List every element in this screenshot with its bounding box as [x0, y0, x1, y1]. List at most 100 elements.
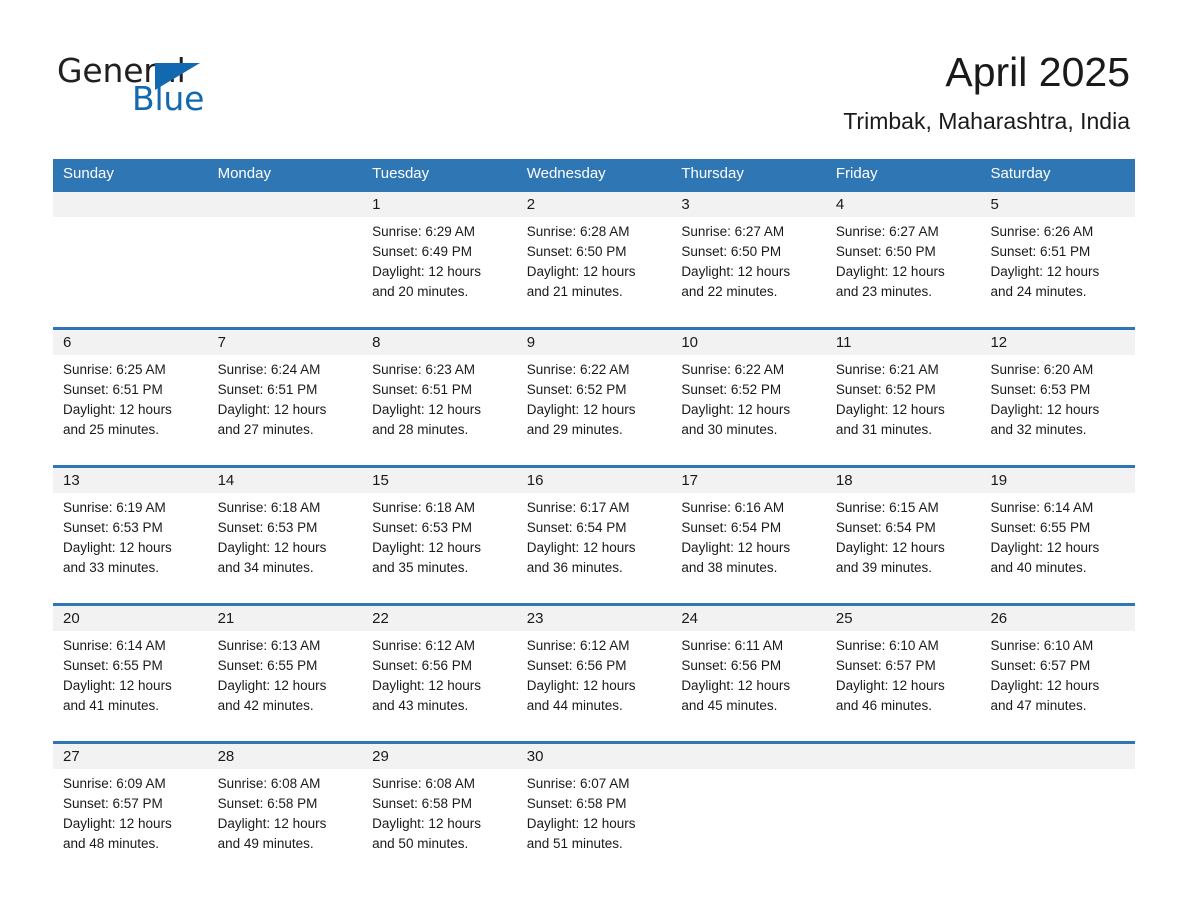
daylight-text-line1: Daylight: 12 hours — [217, 402, 327, 417]
day-info: Sunrise: 6:27 AM Sunset: 6:50 PM Dayligh… — [836, 222, 971, 302]
weekday-header-row: Sunday Monday Tuesday Wednesday Thursday… — [53, 159, 1135, 189]
daylight-text-line2: and 29 minutes. — [526, 422, 623, 437]
day-cell[interactable]: 23 Sunrise: 6:12 AM Sunset: 6:56 PM Dayl… — [517, 606, 672, 741]
day-cell[interactable]: 15 Sunrise: 6:18 AM Sunset: 6:53 PM Dayl… — [362, 468, 517, 603]
day-info: Sunrise: 6:23 AM Sunset: 6:51 PM Dayligh… — [372, 360, 507, 440]
general-blue-logo[interactable]: General Blue — [57, 52, 257, 118]
day-info: Sunrise: 6:16 AM Sunset: 6:54 PM Dayligh… — [681, 498, 816, 578]
day-cell[interactable]: 2 Sunrise: 6:28 AM Sunset: 6:50 PM Dayli… — [517, 192, 672, 327]
day-cell[interactable]: 10 Sunrise: 6:22 AM Sunset: 6:52 PM Dayl… — [671, 330, 826, 465]
sunset-text: Sunset: 6:50 PM — [681, 244, 782, 259]
day-cell[interactable]: 28 Sunrise: 6:08 AM Sunset: 6:58 PM Dayl… — [208, 744, 363, 864]
day-number: 18 — [835, 472, 853, 489]
daylight-text-line1: Daylight: 12 hours — [835, 678, 945, 693]
daylight-text-line2: and 42 minutes. — [217, 698, 314, 713]
day-cell[interactable]: 20 Sunrise: 6:14 AM Sunset: 6:55 PM Dayl… — [53, 606, 208, 741]
day-info: Sunrise: 6:14 AM Sunset: 6:55 PM Dayligh… — [63, 636, 198, 716]
day-info: Sunrise: 6:08 AM Sunset: 6:58 PM Dayligh… — [372, 774, 507, 854]
day-number: 14 — [217, 472, 235, 489]
sunrise-text: Sunrise: 6:12 AM — [372, 638, 475, 653]
sunset-text: Sunset: 6:50 PM — [835, 244, 936, 259]
day-cell[interactable]: 30 Sunrise: 6:07 AM Sunset: 6:58 PM Dayl… — [517, 744, 672, 864]
sunrise-text: Sunrise: 6:17 AM — [526, 500, 630, 515]
day-number: 1 — [372, 196, 381, 213]
day-number: 6 — [63, 334, 72, 351]
sunset-text: Sunset: 6:58 PM — [526, 796, 627, 811]
day-number: 11 — [835, 334, 852, 351]
daylight-text-line1: Daylight: 12 hours — [990, 264, 1100, 279]
sunset-text: Sunset: 6:51 PM — [63, 382, 163, 397]
day-number: 8 — [372, 334, 381, 351]
day-cell[interactable]: 22 Sunrise: 6:12 AM Sunset: 6:56 PM Dayl… — [362, 606, 517, 741]
day-cell[interactable]: 19 Sunrise: 6:14 AM Sunset: 6:55 PM Dayl… — [980, 468, 1135, 603]
daylight-text-line1: Daylight: 12 hours — [835, 264, 945, 279]
daylight-text-line2: and 38 minutes. — [681, 560, 778, 575]
day-cell[interactable]: 4 Sunrise: 6:27 AM Sunset: 6:50 PM Dayli… — [826, 192, 981, 327]
daylight-text-line2: and 32 minutes. — [990, 422, 1087, 437]
day-number: 23 — [526, 610, 544, 627]
sunset-text: Sunset: 6:54 PM — [526, 520, 627, 535]
day-cell[interactable]: 18 Sunrise: 6:15 AM Sunset: 6:54 PM Dayl… — [826, 468, 981, 603]
daylight-text-line2: and 47 minutes. — [990, 698, 1087, 713]
day-cell[interactable]: 17 Sunrise: 6:16 AM Sunset: 6:54 PM Dayl… — [671, 468, 826, 603]
week-row: 1 Sunrise: 6:29 AM Sunset: 6:49 PM Dayli… — [53, 189, 1135, 327]
day-cell[interactable]: 12 Sunrise: 6:20 AM Sunset: 6:53 PM Dayl… — [980, 330, 1135, 465]
day-cell[interactable] — [208, 192, 363, 327]
day-cell[interactable] — [826, 744, 981, 864]
daylight-text-line1: Daylight: 12 hours — [217, 540, 327, 555]
day-info: Sunrise: 6:18 AM Sunset: 6:53 PM Dayligh… — [372, 498, 507, 578]
day-cell[interactable]: 16 Sunrise: 6:17 AM Sunset: 6:54 PM Dayl… — [517, 468, 672, 603]
day-cell[interactable]: 24 Sunrise: 6:11 AM Sunset: 6:56 PM Dayl… — [671, 606, 826, 741]
day-cell[interactable]: 26 Sunrise: 6:10 AM Sunset: 6:57 PM Dayl… — [980, 606, 1135, 741]
sunrise-text: Sunrise: 6:27 AM — [681, 224, 785, 239]
day-cell[interactable]: 8 Sunrise: 6:23 AM Sunset: 6:51 PM Dayli… — [362, 330, 517, 465]
daylight-text-line1: Daylight: 12 hours — [681, 678, 791, 693]
day-number: 3 — [681, 196, 690, 213]
day-cell[interactable] — [671, 744, 826, 864]
day-number: 2 — [526, 196, 536, 213]
daylight-text-line2: and 41 minutes. — [63, 698, 160, 713]
day-number: 4 — [835, 196, 845, 213]
day-cell[interactable]: 1 Sunrise: 6:29 AM Sunset: 6:49 PM Dayli… — [362, 192, 517, 327]
daylight-text-line2: and 31 minutes. — [835, 422, 932, 437]
day-info: Sunrise: 6:15 AM Sunset: 6:54 PM Dayligh… — [836, 498, 971, 578]
sunrise-text: Sunrise: 6:12 AM — [526, 638, 630, 653]
sunrise-text: Sunrise: 6:19 AM — [63, 500, 166, 515]
day-cell[interactable]: 7 Sunrise: 6:24 AM Sunset: 6:51 PM Dayli… — [208, 330, 363, 465]
day-cell[interactable]: 9 Sunrise: 6:22 AM Sunset: 6:52 PM Dayli… — [517, 330, 672, 465]
sunset-text: Sunset: 6:51 PM — [990, 244, 1091, 259]
day-cell[interactable]: 5 Sunrise: 6:26 AM Sunset: 6:51 PM Dayli… — [980, 192, 1135, 327]
day-cell[interactable]: 11 Sunrise: 6:21 AM Sunset: 6:52 PM Dayl… — [826, 330, 981, 465]
day-cell[interactable]: 6 Sunrise: 6:25 AM Sunset: 6:51 PM Dayli… — [53, 330, 208, 465]
sunset-text: Sunset: 6:55 PM — [990, 520, 1091, 535]
day-cell[interactable]: 25 Sunrise: 6:10 AM Sunset: 6:57 PM Dayl… — [826, 606, 981, 741]
daylight-text-line2: and 22 minutes. — [681, 284, 778, 299]
sunset-text: Sunset: 6:58 PM — [217, 796, 318, 811]
day-cell[interactable] — [53, 192, 208, 327]
daylight-text-line1: Daylight: 12 hours — [990, 540, 1100, 555]
day-cell[interactable]: 13 Sunrise: 6:19 AM Sunset: 6:53 PM Dayl… — [53, 468, 208, 603]
sunrise-text: Sunrise: 6:18 AM — [217, 500, 321, 515]
sunrise-text: Sunrise: 6:10 AM — [835, 638, 939, 653]
day-cell[interactable]: 3 Sunrise: 6:27 AM Sunset: 6:50 PM Dayli… — [671, 192, 826, 327]
day-number: 16 — [526, 472, 544, 489]
day-cell[interactable]: 14 Sunrise: 6:18 AM Sunset: 6:53 PM Dayl… — [208, 468, 363, 603]
daylight-text-line2: and 23 minutes. — [835, 284, 932, 299]
sunset-text: Sunset: 6:51 PM — [372, 382, 472, 397]
day-cell[interactable]: 29 Sunrise: 6:08 AM Sunset: 6:58 PM Dayl… — [362, 744, 517, 864]
day-cell[interactable] — [980, 744, 1135, 864]
sunrise-text: Sunrise: 6:14 AM — [990, 500, 1094, 515]
day-info: Sunrise: 6:08 AM Sunset: 6:58 PM Dayligh… — [218, 774, 353, 854]
day-number: 26 — [990, 610, 1008, 627]
daylight-text-line2: and 45 minutes. — [681, 698, 778, 713]
day-cell[interactable]: 21 Sunrise: 6:13 AM Sunset: 6:55 PM Dayl… — [208, 606, 363, 741]
sunrise-text: Sunrise: 6:14 AM — [63, 638, 166, 653]
day-info: Sunrise: 6:12 AM Sunset: 6:56 PM Dayligh… — [372, 636, 507, 716]
day-cell[interactable]: 27 Sunrise: 6:09 AM Sunset: 6:57 PM Dayl… — [53, 744, 208, 864]
sunset-text: Sunset: 6:52 PM — [526, 382, 627, 397]
sunset-text: Sunset: 6:53 PM — [63, 520, 163, 535]
daylight-text-line1: Daylight: 12 hours — [526, 816, 636, 831]
week-row: 20 Sunrise: 6:14 AM Sunset: 6:55 PM Dayl… — [53, 603, 1135, 741]
daylight-text-line1: Daylight: 12 hours — [526, 264, 636, 279]
day-info: Sunrise: 6:20 AM Sunset: 6:53 PM Dayligh… — [990, 360, 1125, 440]
